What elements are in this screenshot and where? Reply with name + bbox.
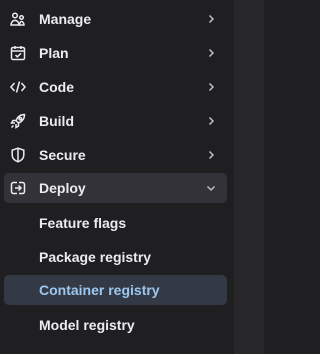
chevron-right-icon: [204, 80, 218, 94]
sidebar-subitem-label: Package registry: [39, 249, 152, 265]
shield-icon: [9, 146, 27, 164]
content-gutter: [234, 0, 264, 354]
sidebar-item-label: Secure: [39, 147, 86, 163]
sidebar-subitem-package-registry[interactable]: Package registry: [4, 242, 227, 272]
sidebar-item-secure[interactable]: Secure: [4, 140, 227, 170]
code-icon: [9, 78, 27, 96]
chevron-right-icon: [204, 12, 218, 26]
sidebar-subitem-label: Container registry: [39, 282, 160, 298]
sidebar-item-build[interactable]: Build: [4, 106, 227, 136]
chevron-right-icon: [204, 46, 218, 60]
sidebar-subitem-feature-flags[interactable]: Feature flags: [4, 208, 227, 238]
sidebar-item-manage[interactable]: Manage: [4, 4, 227, 34]
users-icon: [9, 10, 27, 28]
chevron-right-icon: [204, 148, 218, 162]
chevron-down-icon: [204, 181, 218, 195]
sidebar-subitem-label: Feature flags: [39, 215, 127, 231]
sidebar-subitem-model-registry[interactable]: Model registry: [4, 310, 227, 340]
calendar-icon: [9, 44, 27, 62]
sidebar-item-code[interactable]: Code: [4, 72, 227, 102]
rocket-icon: [9, 112, 27, 130]
sidebar-item-label: Manage: [39, 11, 92, 27]
sidebar-item-label: Deploy: [39, 180, 86, 196]
deploy-icon: [9, 179, 27, 197]
sidebar: Manage Plan Code Build Secure Deploy Fea…: [0, 0, 234, 354]
sidebar-subitem-container-registry[interactable]: Container registry: [4, 275, 227, 305]
sidebar-item-label: Build: [39, 113, 74, 129]
chevron-right-icon: [204, 114, 218, 128]
sidebar-item-label: Code: [39, 79, 74, 95]
sidebar-subitem-label: Model registry: [39, 317, 135, 333]
sidebar-item-deploy[interactable]: Deploy: [4, 173, 227, 203]
sidebar-item-plan[interactable]: Plan: [4, 38, 227, 68]
sidebar-item-label: Plan: [39, 45, 69, 61]
